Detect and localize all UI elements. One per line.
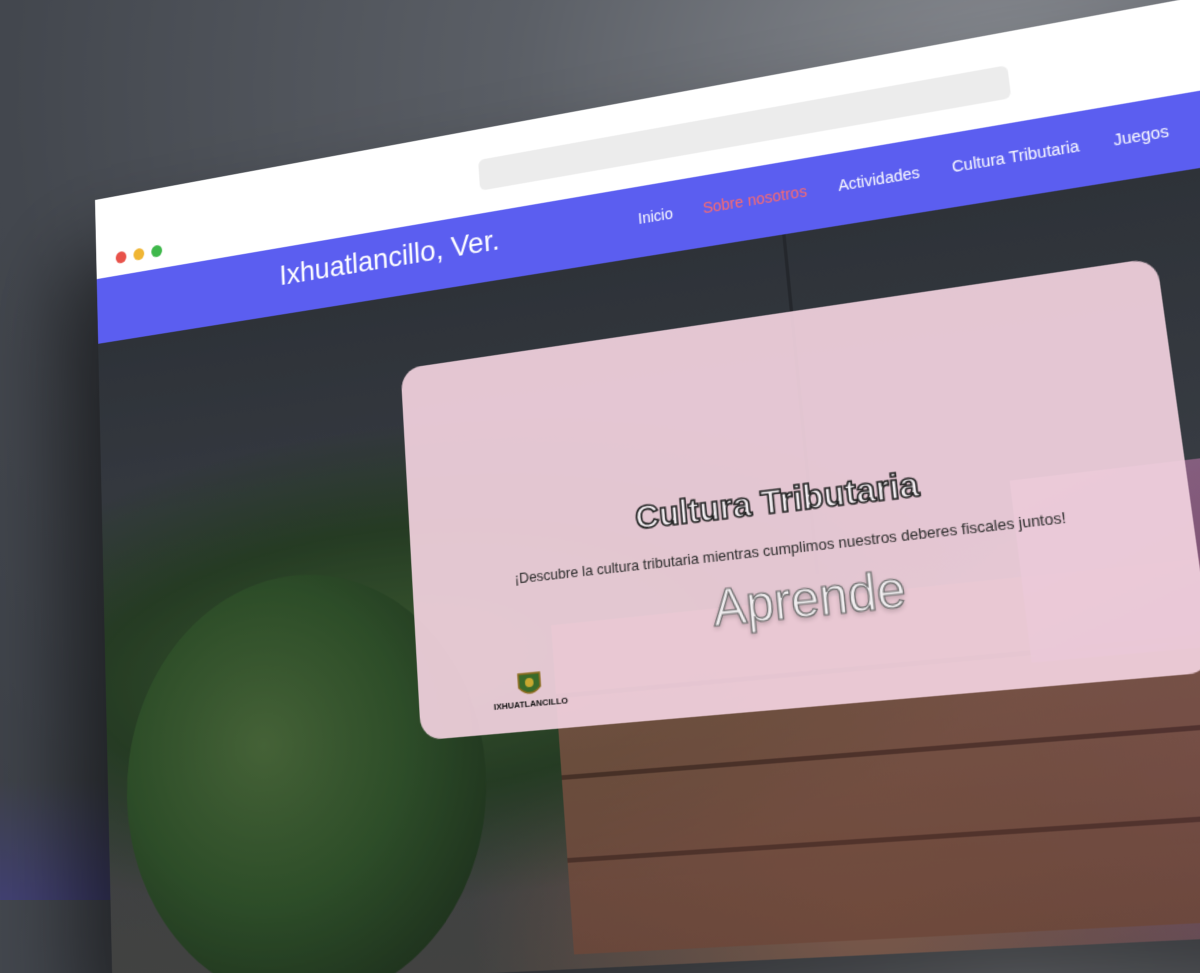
nav-link-actividades[interactable]: Actividades	[837, 163, 920, 194]
nav-link-cultura-tributaria[interactable]: Cultura Tributaria	[951, 137, 1081, 176]
municipality-logo: IXHUATLANCILLO	[486, 667, 575, 728]
nav-link-sobre-nosotros[interactable]: Sobre nosotros	[702, 182, 808, 216]
perspective-stage: Ixhuatlancillo, Ver. Inicio Sobre nosotr…	[0, 0, 1200, 973]
maximize-window-dot[interactable]	[151, 244, 163, 258]
close-window-dot[interactable]	[115, 250, 127, 265]
minimize-window-dot[interactable]	[133, 247, 145, 262]
browser-window: Ixhuatlancillo, Ver. Inicio Sobre nosotr…	[95, 0, 1200, 973]
nav-link-juegos[interactable]: Juegos	[1112, 122, 1170, 149]
hero-animated-word: Aprende	[710, 560, 909, 639]
nav-link-inicio[interactable]: Inicio	[637, 205, 673, 228]
